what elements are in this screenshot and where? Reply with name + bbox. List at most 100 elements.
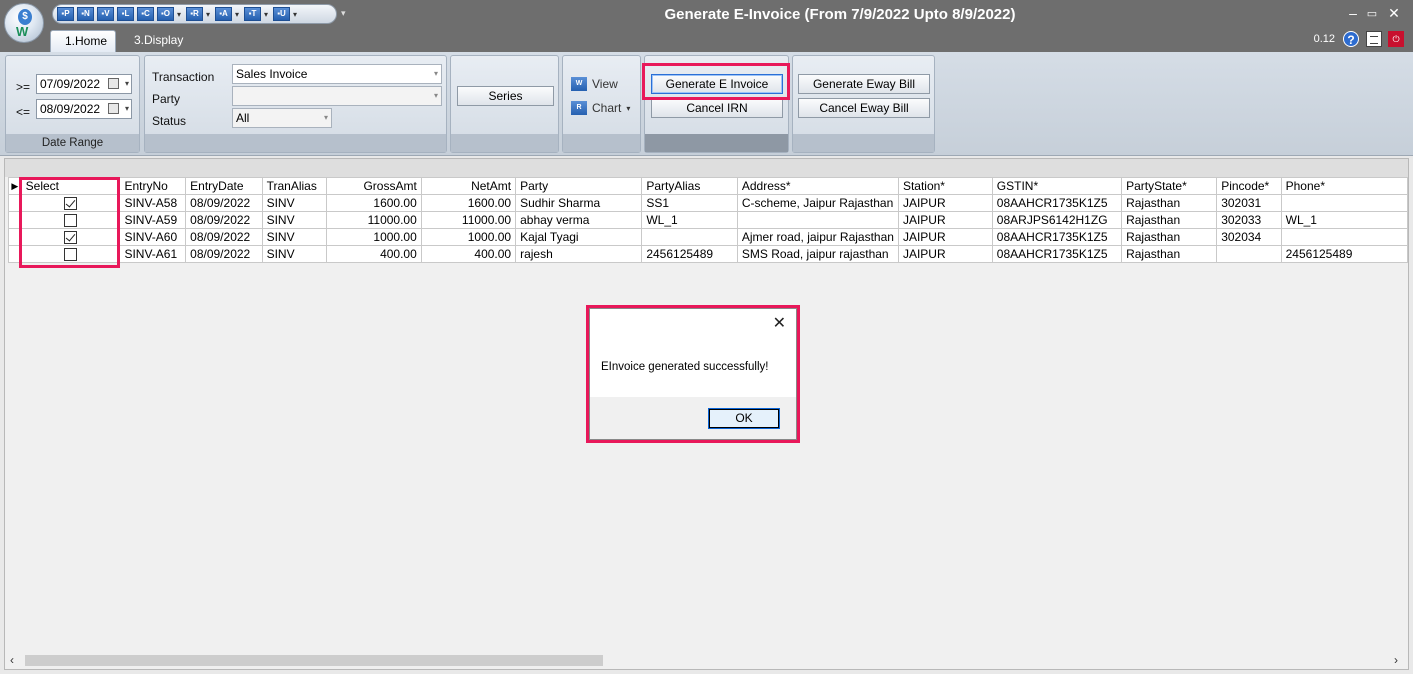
net-amt-cell[interactable]: 400.00 — [420, 245, 517, 263]
chevron-down-icon[interactable]: ▾ — [626, 104, 630, 113]
party-alias-cell[interactable] — [641, 228, 738, 246]
scroll-right-icon[interactable]: › — [1394, 653, 1398, 667]
generate-eway-bill-button[interactable]: Generate Eway Bill — [798, 74, 930, 94]
phone-cell[interactable] — [1280, 194, 1409, 212]
scroll-left-icon[interactable]: ‹ — [10, 653, 14, 667]
quick-access-button[interactable]: ▪P — [57, 7, 74, 21]
entry-date-cell[interactable]: 08/09/2022 — [185, 194, 263, 212]
party-state-cell[interactable]: Rajasthan — [1121, 211, 1218, 229]
quick-access-button[interactable]: ▪V — [97, 7, 114, 21]
column-header[interactable]: EntryDate — [185, 177, 263, 195]
calendar-icon[interactable] — [108, 103, 119, 114]
chevron-down-icon[interactable]: ▾ — [262, 10, 270, 19]
party-state-cell[interactable]: Rajasthan — [1121, 194, 1218, 212]
party-select[interactable]: ▾ — [232, 86, 442, 106]
close-window-button[interactable]: ✕ — [1384, 5, 1404, 22]
phone-cell[interactable] — [1280, 228, 1409, 246]
tran-alias-cell[interactable]: SINV — [261, 245, 328, 263]
gstin-cell[interactable]: 08AAHCR1735K1Z5 — [991, 228, 1123, 246]
entry-no-cell[interactable]: SINV-A59 — [119, 211, 187, 229]
table-row[interactable]: SINV-A61 08/09/2022 SINV 400.00 400.00 rajesh… — [8, 245, 1409, 263]
column-header[interactable]: Address* — [736, 177, 899, 195]
scrollbar-thumb[interactable] — [25, 655, 603, 666]
cancel-irn-button[interactable]: Cancel IRN — [651, 98, 783, 118]
table-row[interactable]: SINV-A58 08/09/2022 SINV 1600.00 1600.00 Sudh… — [8, 194, 1409, 212]
to-date-field[interactable]: 08/09/2022 ▾ — [36, 99, 132, 119]
chevron-down-icon[interactable]: ▾ — [175, 10, 183, 19]
quick-access-button[interactable]: ▪U ▾ — [273, 7, 299, 21]
party-cell[interactable]: Sudhir Sharma — [515, 194, 643, 212]
pincode-cell[interactable]: 302031 — [1216, 194, 1282, 212]
entry-no-cell[interactable]: SINV-A60 — [119, 228, 187, 246]
entry-no-cell[interactable]: SINV-A61 — [119, 245, 187, 263]
phone-cell[interactable]: WL_1 — [1280, 211, 1409, 229]
gstin-cell[interactable]: 08AAHCR1735K1Z5 — [991, 194, 1123, 212]
entry-date-cell[interactable]: 08/09/2022 — [185, 211, 263, 229]
gross-amt-cell[interactable]: 400.00 — [326, 245, 422, 263]
chevron-down-icon[interactable]: ▾ — [125, 100, 129, 118]
column-header[interactable]: Station* — [897, 177, 993, 195]
column-header[interactable]: PartyState* — [1121, 177, 1218, 195]
party-state-cell[interactable]: Rajasthan — [1121, 228, 1218, 246]
column-header[interactable]: EntryNo — [119, 177, 187, 195]
pincode-cell[interactable] — [1216, 245, 1282, 263]
column-header[interactable]: NetAmt — [420, 177, 517, 195]
gross-amt-cell[interactable]: 11000.00 — [326, 211, 422, 229]
tran-alias-cell[interactable]: SINV — [261, 228, 328, 246]
entry-date-cell[interactable]: 08/09/2022 — [185, 228, 263, 246]
tab-display[interactable]: 3.Display — [120, 30, 197, 52]
net-amt-cell[interactable]: 1600.00 — [420, 194, 517, 212]
station-cell[interactable]: JAIPUR — [897, 245, 993, 263]
table-row[interactable]: SINV-A60 08/09/2022 SINV 1000.00 1000.00 Kaja… — [8, 228, 1409, 246]
transaction-select[interactable]: Sales Invoice ▾ — [232, 64, 442, 84]
party-cell[interactable]: rajesh — [515, 245, 643, 263]
calendar-icon[interactable] — [108, 78, 119, 89]
column-header[interactable]: Party — [515, 177, 643, 195]
column-header[interactable]: PartyAlias — [641, 177, 738, 195]
quick-access-button[interactable]: ▪T ▾ — [244, 7, 270, 21]
column-header[interactable]: TranAlias — [261, 177, 328, 195]
address-cell[interactable]: Ajmer road, jaipur Rajasthan — [736, 228, 899, 246]
view-button[interactable]: W View — [571, 77, 618, 91]
entry-no-cell[interactable]: SINV-A58 — [119, 194, 187, 212]
column-header[interactable]: GSTIN* — [991, 177, 1123, 195]
tab-home[interactable]: 1.Home — [50, 30, 116, 52]
quick-access-button[interactable]: ▪L — [117, 7, 134, 21]
address-cell[interactable]: C-scheme, Jaipur Rajasthan — [736, 194, 899, 212]
net-amt-cell[interactable]: 11000.00 — [420, 211, 517, 229]
phone-cell[interactable]: 2456125489 — [1280, 245, 1409, 263]
address-cell[interactable]: SMS Road, jaipur rajasthan — [736, 245, 899, 263]
column-header[interactable]: Phone* — [1280, 177, 1409, 195]
gross-amt-cell[interactable]: 1600.00 — [326, 194, 422, 212]
table-row[interactable]: SINV-A59 08/09/2022 SINV 11000.00 11000.00 ab… — [8, 211, 1409, 229]
entry-date-cell[interactable]: 08/09/2022 — [185, 245, 263, 263]
chart-button[interactable]: R Chart ▾ — [571, 101, 630, 115]
status-select[interactable]: All ▾ — [232, 108, 332, 128]
quick-access-button[interactable]: ▪C — [137, 7, 154, 21]
series-button[interactable]: Series — [457, 86, 554, 106]
horizontal-scrollbar[interactable]: ‹ › — [5, 652, 1408, 669]
pincode-cell[interactable]: 302034 — [1216, 228, 1282, 246]
net-amt-cell[interactable]: 1000.00 — [420, 228, 517, 246]
party-state-cell[interactable]: Rajasthan — [1121, 245, 1218, 263]
from-date-field[interactable]: 07/09/2022 ▾ — [36, 74, 132, 94]
quick-access-button[interactable]: ▪O ▾ — [157, 7, 183, 21]
station-cell[interactable]: JAIPUR — [897, 194, 993, 212]
gstin-cell[interactable]: 08AAHCR1735K1Z5 — [991, 245, 1123, 263]
gross-amt-cell[interactable]: 1000.00 — [326, 228, 422, 246]
pincode-cell[interactable]: 302033 — [1216, 211, 1282, 229]
station-cell[interactable]: JAIPUR — [897, 211, 993, 229]
app-menu-orb[interactable]: $ W — [4, 3, 44, 43]
party-cell[interactable]: Kajal Tyagi — [515, 228, 643, 246]
tran-alias-cell[interactable]: SINV — [261, 194, 328, 212]
party-alias-cell[interactable]: WL_1 — [641, 211, 738, 229]
chevron-down-icon[interactable]: ▾ — [204, 10, 212, 19]
gstin-cell[interactable]: 08ARJPS6142H1ZG — [991, 211, 1123, 229]
column-header[interactable]: GrossAmt — [326, 177, 422, 195]
quick-access-button[interactable]: ▪N — [77, 7, 94, 21]
minimize-button[interactable]: – — [1343, 5, 1363, 21]
exit-icon[interactable]: ⏻ — [1388, 31, 1404, 47]
column-header[interactable]: Pincode* — [1216, 177, 1282, 195]
address-cell[interactable] — [736, 211, 899, 229]
customize-toolbar-icon[interactable]: ▾ — [341, 8, 346, 19]
